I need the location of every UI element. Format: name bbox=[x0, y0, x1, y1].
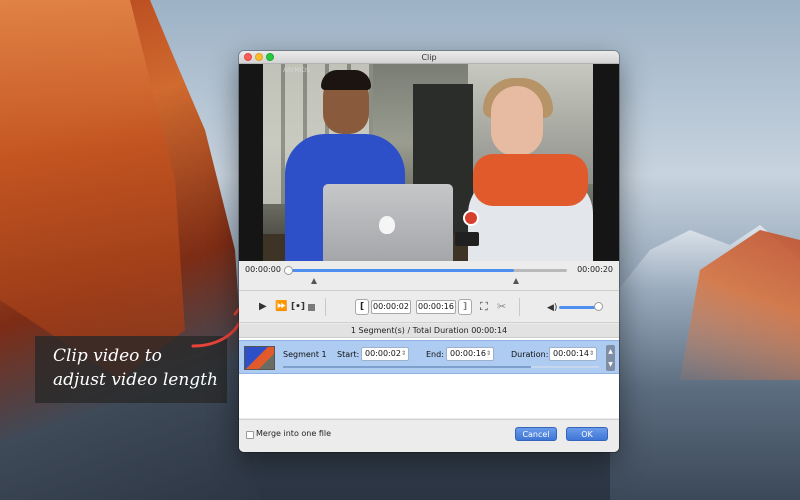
video-watermark: ARYMIDS bbox=[283, 67, 310, 74]
segment-row[interactable]: Segment 1 Start: 00:00:02 ⇕ End: 00:00:1… bbox=[239, 340, 619, 374]
stepper-arrows-icon[interactable]: ⇕ bbox=[486, 348, 491, 360]
clip-marker-icon[interactable]: [•] bbox=[291, 300, 305, 314]
set-end-button[interactable]: ] bbox=[458, 299, 472, 315]
timeline: 00:00:00 00:00:20 bbox=[239, 261, 619, 291]
timeline-start-time: 00:00:00 bbox=[245, 265, 281, 274]
segment-start-label: Start: bbox=[337, 350, 360, 359]
segment-reorder-icon[interactable]: ▲ ▼ bbox=[606, 345, 615, 371]
end-marker-icon[interactable] bbox=[513, 278, 519, 284]
volume-knob[interactable] bbox=[594, 302, 603, 311]
segment-thumbnail bbox=[244, 346, 275, 370]
ok-button[interactable]: OK bbox=[566, 427, 608, 441]
close-button[interactable] bbox=[244, 53, 252, 61]
no-smoking-sign-icon bbox=[463, 210, 479, 226]
merge-checkbox[interactable] bbox=[246, 431, 254, 439]
fast-forward-icon[interactable]: ⏩ bbox=[275, 300, 287, 314]
video-frame: ARYMIDS bbox=[263, 64, 593, 261]
timeline-track[interactable] bbox=[284, 266, 567, 275]
separator bbox=[519, 298, 520, 316]
woman-head bbox=[491, 86, 543, 156]
apple-logo-icon bbox=[379, 216, 395, 234]
stepper-arrows-icon[interactable]: ⇕ bbox=[589, 348, 594, 360]
start-time-field[interactable]: 00:00:02 bbox=[371, 300, 411, 314]
scarf bbox=[473, 154, 588, 206]
end-time-field[interactable]: 00:00:16 bbox=[416, 300, 456, 314]
segments-summary: 1 Segment(s) / Total Duration 00:00:14 bbox=[239, 324, 619, 338]
man-hair bbox=[321, 70, 371, 90]
dialog-footer: Merge into one file Cancel OK bbox=[239, 419, 619, 452]
stop-icon[interactable] bbox=[308, 304, 315, 311]
segment-duration-value: 00:00:14 bbox=[553, 349, 589, 358]
segment-end-value: 00:00:16 bbox=[450, 349, 486, 358]
cancel-button[interactable]: Cancel bbox=[515, 427, 557, 441]
timeline-progress bbox=[287, 269, 514, 272]
segment-start-value: 00:00:02 bbox=[365, 349, 401, 358]
clip-window: Clip ARYMIDS 00:00:00 00:00:20 ▶ ⏩ [•] [… bbox=[239, 51, 619, 452]
segment-end-stepper[interactable]: 00:00:16 ⇕ bbox=[446, 347, 494, 361]
phone bbox=[455, 232, 479, 246]
title-bar[interactable]: Clip bbox=[239, 51, 619, 64]
segment-range-bar bbox=[283, 366, 599, 368]
segment-end-label: End: bbox=[426, 350, 444, 359]
segment-duration-label: Duration: bbox=[511, 350, 549, 359]
playback-controls: ▶ ⏩ [•] [ 00:00:02 00:00:16 ] ⛶ ✂ ◀) bbox=[239, 292, 619, 323]
segment-range-fill bbox=[283, 366, 531, 368]
window-title: Clip bbox=[421, 53, 437, 62]
segment-start-stepper[interactable]: 00:00:02 ⇕ bbox=[361, 347, 409, 361]
segment-name: Segment 1 bbox=[283, 350, 327, 359]
minimize-button[interactable] bbox=[255, 53, 263, 61]
stepper-arrows-icon[interactable]: ⇕ bbox=[401, 348, 406, 360]
merge-label[interactable]: Merge into one file bbox=[256, 429, 331, 438]
separator bbox=[325, 298, 326, 316]
callout-line-2: adjust video length bbox=[53, 370, 218, 390]
video-preview[interactable]: ARYMIDS bbox=[239, 64, 619, 261]
volume-slider[interactable] bbox=[559, 306, 595, 309]
play-icon[interactable]: ▶ bbox=[259, 300, 267, 314]
crop-icon[interactable]: ⛶ bbox=[480, 300, 488, 314]
zoom-button[interactable] bbox=[266, 53, 274, 61]
cut-icon[interactable]: ✂ bbox=[497, 300, 506, 314]
start-marker-icon[interactable] bbox=[311, 278, 317, 284]
timeline-end-time: 00:00:20 bbox=[577, 265, 613, 274]
segment-duration-stepper[interactable]: 00:00:14 ⇕ bbox=[549, 347, 597, 361]
segment-list: Segment 1 Start: 00:00:02 ⇕ End: 00:00:1… bbox=[239, 338, 619, 418]
volume-icon[interactable]: ◀) bbox=[547, 301, 557, 315]
set-start-button[interactable]: [ bbox=[355, 299, 369, 315]
playhead-handle[interactable] bbox=[284, 266, 293, 275]
